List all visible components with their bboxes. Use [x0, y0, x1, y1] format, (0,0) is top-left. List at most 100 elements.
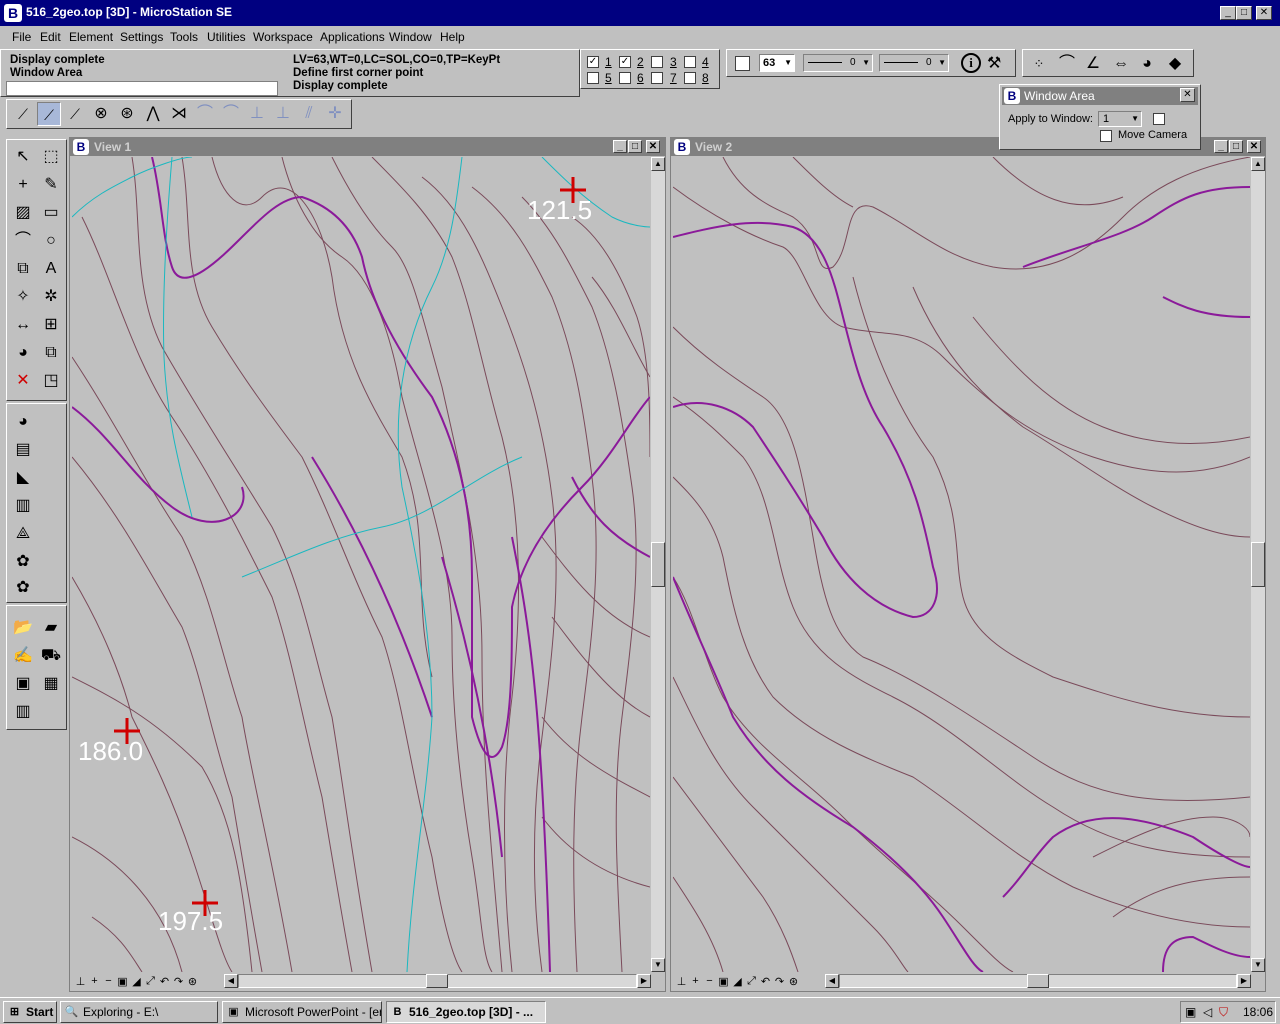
menu-help[interactable]: Help: [440, 30, 465, 44]
place-point-string-icon[interactable]: ⋀: [141, 102, 165, 126]
place-smartline-icon[interactable]: ⟋: [11, 102, 35, 126]
apply-checkbox[interactable]: [1153, 113, 1165, 125]
color-bulb-icon[interactable]: ✿: [11, 576, 35, 600]
curve-tool-4-icon[interactable]: ⊥: [271, 102, 295, 126]
arc-icon[interactable]: ⌒: [1055, 52, 1079, 76]
menu-window[interactable]: Window: [389, 30, 432, 44]
scroll-up-icon[interactable]: ▲: [651, 157, 665, 171]
antivirus-icon[interactable]: ⛉: [1219, 1002, 1228, 1022]
scroll-up-icon[interactable]: ▲: [1251, 157, 1265, 171]
view-1-vertical-thumb[interactable]: [651, 542, 665, 587]
copy-element-icon[interactable]: ⧉: [39, 341, 63, 365]
view-1-horizontal-thumb[interactable]: [426, 974, 448, 988]
points-icon[interactable]: ⁘: [1027, 52, 1051, 76]
start-button[interactable]: ⊞ Start: [3, 1001, 57, 1023]
view-1-close-button[interactable]: ✕: [646, 140, 660, 153]
view-control-icon[interactable]: ▤: [11, 438, 35, 462]
close-button[interactable]: ✕: [1256, 6, 1272, 20]
clock[interactable]: 18:06: [1243, 1002, 1273, 1022]
scroll-left-icon[interactable]: ◀: [825, 974, 839, 988]
view-2-close-button[interactable]: ✕: [1247, 140, 1261, 153]
settings-manager-icon[interactable]: ⚒: [987, 53, 1011, 75]
curve-tool-6-icon[interactable]: ✛: [323, 102, 347, 126]
pan-view-icon[interactable]: ↶: [158, 975, 171, 988]
view-2-horizontal-thumb[interactable]: [1027, 974, 1049, 988]
fit-view-icon[interactable]: ◢: [130, 975, 143, 988]
scroll-down-icon[interactable]: ▼: [651, 958, 665, 972]
view-2-maximize-button[interactable]: □: [1229, 140, 1243, 153]
menu-utilities[interactable]: Utilities: [207, 30, 246, 44]
measure-angle-icon[interactable]: ∠: [1081, 52, 1105, 76]
palette-icon[interactable]: ◕: [1135, 52, 1159, 76]
volume-icon[interactable]: ◁: [1203, 1002, 1212, 1022]
dimension-tool-icon[interactable]: ↔: [11, 313, 35, 337]
line-style-select[interactable]: 0 ▼: [803, 54, 873, 72]
task-microstation[interactable]: B 516_2geo.top [3D] - ...: [386, 1001, 546, 1023]
fit-view-icon[interactable]: ◢: [731, 975, 744, 988]
update-view-icon[interactable]: ⊥: [74, 975, 87, 988]
pan-view-icon[interactable]: ↶: [759, 975, 772, 988]
view-2-canvas[interactable]: [673, 157, 1250, 972]
menu-workspace[interactable]: Workspace: [253, 30, 313, 44]
place-text-icon[interactable]: A: [39, 257, 63, 281]
line-weight-select[interactable]: 0 ▼: [879, 54, 949, 72]
level-4-checkbox[interactable]: [684, 56, 696, 68]
scroll-right-icon[interactable]: ▶: [1237, 974, 1251, 988]
place-line-icon[interactable]: ⟋: [37, 102, 61, 126]
menu-settings[interactable]: Settings: [120, 30, 163, 44]
menu-element[interactable]: Element: [69, 30, 113, 44]
place-circle-icon[interactable]: ○: [39, 229, 63, 253]
menu-file[interactable]: File: [12, 30, 31, 44]
view-next-icon[interactable]: ⊛: [787, 975, 800, 988]
measure-icon[interactable]: ⊞: [39, 313, 63, 337]
view-previous-icon[interactable]: ↷: [172, 975, 185, 988]
apply-to-window-select[interactable]: 1 ▼: [1098, 111, 1142, 127]
level-7-checkbox[interactable]: [651, 72, 663, 84]
modify-corner-icon[interactable]: ◳: [39, 369, 63, 393]
display-icon[interactable]: ▰: [39, 616, 63, 640]
keyin-field[interactable]: [6, 81, 278, 96]
place-stream-icon[interactable]: ⊗: [89, 102, 113, 126]
annotate-icon[interactable]: ✍: [11, 644, 35, 668]
hatch-icon[interactable]: ▨: [11, 201, 35, 225]
maximize-button[interactable]: □: [1236, 6, 1252, 20]
fence-icon[interactable]: ⬚: [39, 145, 63, 169]
window-area-icon[interactable]: ▣: [717, 975, 730, 988]
zoom-in-icon[interactable]: +: [88, 975, 101, 987]
curve-tool-5-icon[interactable]: ⫽: [297, 102, 321, 126]
view-1-maximize-button[interactable]: □: [628, 140, 642, 153]
plot-icon[interactable]: ⛟: [39, 644, 63, 668]
level-1-checkbox[interactable]: ✓: [587, 56, 599, 68]
place-block-icon[interactable]: ▭: [39, 201, 63, 225]
manipulate-icon[interactable]: ✲: [39, 285, 63, 309]
view-1-canvas[interactable]: 121.5 186.0 197.5: [72, 157, 650, 972]
scroll-right-icon[interactable]: ▶: [637, 974, 651, 988]
view-1-minimize-button[interactable]: _: [613, 140, 627, 153]
zoom-out-icon[interactable]: −: [703, 975, 716, 987]
view-next-icon[interactable]: ⊛: [186, 975, 199, 988]
color-swatch[interactable]: [735, 56, 750, 71]
change-attributes-icon[interactable]: ◕: [11, 341, 35, 365]
smartline-pencil-icon[interactable]: ✎: [39, 173, 63, 197]
book-icon[interactable]: ▥: [11, 700, 35, 724]
curve-tool-3-icon[interactable]: ⊥: [245, 102, 269, 126]
contour-map-1[interactable]: [72, 157, 650, 972]
construct-angle-icon[interactable]: ⋊: [167, 102, 191, 126]
minimize-button[interactable]: _: [1220, 6, 1236, 20]
move-camera-checkbox[interactable]: [1100, 130, 1112, 142]
network-icon[interactable]: ▣: [1185, 1002, 1196, 1022]
menu-applications[interactable]: Applications: [320, 30, 385, 44]
zoom-in-icon[interactable]: +: [689, 975, 702, 987]
curve-tool-2-icon[interactable]: ⌒: [219, 102, 243, 126]
level-3-checkbox[interactable]: [651, 56, 663, 68]
color-select[interactable]: 63 ▼: [759, 54, 795, 72]
open-folder-icon[interactable]: 📂: [11, 616, 35, 640]
info-icon[interactable]: i: [961, 53, 981, 73]
view-previous-icon[interactable]: ↷: [773, 975, 786, 988]
place-point-icon[interactable]: +: [11, 173, 35, 197]
surface-icon[interactable]: ◣: [11, 466, 35, 490]
place-multiline-icon[interactable]: ⟋: [63, 102, 87, 126]
color-tool-icon[interactable]: ✿: [11, 550, 35, 574]
view-1-vertical-scrollbar[interactable]: ▲ ▼: [651, 157, 665, 972]
view-2-minimize-button[interactable]: _: [1214, 140, 1228, 153]
